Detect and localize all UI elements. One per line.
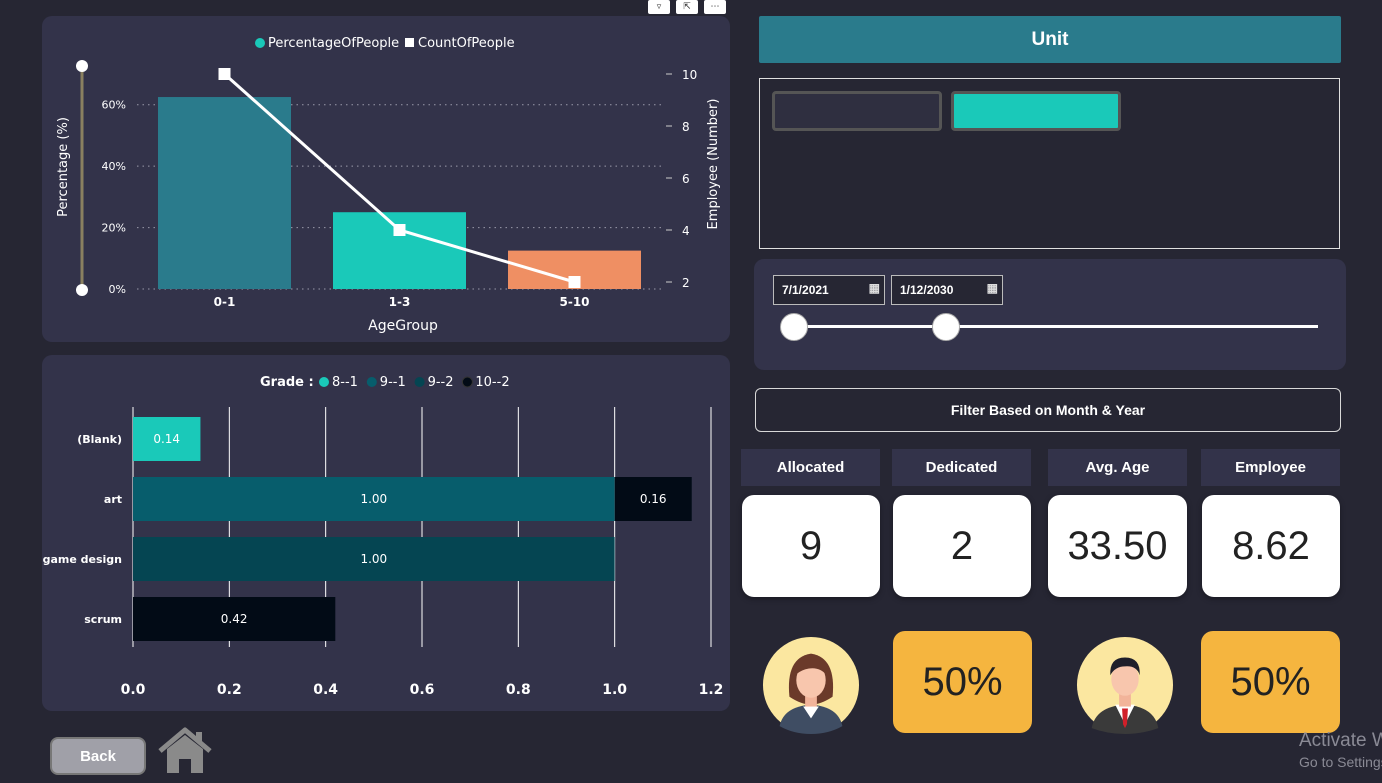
end-date-input[interactable]: 1/12/2030 ▦ xyxy=(891,275,1003,305)
x-tick-label: 0.8 xyxy=(506,682,531,698)
y2-tick-label: 6 xyxy=(682,172,690,186)
legend-item: 9--1 xyxy=(380,375,406,390)
grade-chart-panel: Grade : 8--1 9--1 9--2 10--2 0.0 0.2 0.4 0.6 0.… xyxy=(42,355,730,711)
age-group-chart: 0% 20% 40% 60% 2 4 6 8 10 0-1 1-3 5-10 PercentageOf… xyxy=(56,36,721,334)
y2-tick-label: 8 xyxy=(682,120,690,134)
x-tick-label: 0.6 xyxy=(410,682,435,698)
focus-mode-icon[interactable]: ⇱ xyxy=(676,0,698,14)
activation-watermark: Activate Windows Go to Settings to activ… xyxy=(1299,730,1382,770)
kpi-card-employee: 8.62 xyxy=(1202,495,1340,597)
y2-tick-label: 4 xyxy=(682,224,690,238)
kpi-card-allocated: 9 xyxy=(742,495,880,597)
x-tick-label: 0.2 xyxy=(217,682,242,698)
c1-legend: PercentageOfPeople CountOfPeople xyxy=(255,36,515,51)
date-slider-start-handle[interactable] xyxy=(780,313,808,341)
female-percentage-card: 50% xyxy=(893,631,1032,733)
kpi-label-employee: Employee xyxy=(1201,449,1340,486)
data-label: 0.16 xyxy=(640,492,667,506)
unit-option-1[interactable] xyxy=(772,91,942,131)
y-tick-label: 40% xyxy=(102,160,126,173)
data-label: 1.00 xyxy=(360,552,387,566)
legend-marker-count xyxy=(405,38,414,47)
date-slider-end-handle[interactable] xyxy=(931,313,960,341)
kpi-card-dedicated: 2 xyxy=(893,495,1031,597)
y2-tick-label: 2 xyxy=(682,276,690,290)
legend-marker xyxy=(366,377,377,387)
x-tick-label: 1.0 xyxy=(602,682,627,698)
legend-title: Grade : xyxy=(260,375,314,390)
date-range-slicer: 7/1/2021 ▦ 1/12/2030 ▦ xyxy=(754,259,1346,370)
female-avatar-icon xyxy=(762,636,860,734)
category-label: scrum xyxy=(84,613,122,626)
data-label: 1.00 xyxy=(360,492,387,506)
x-tick-label: 0.4 xyxy=(313,682,338,698)
bar-1-3[interactable] xyxy=(333,212,466,289)
filter-icon[interactable]: ▿ xyxy=(648,0,670,14)
grade-chart: Grade : 8--1 9--1 9--2 10--2 0.0 0.2 0.4 0.6 0.… xyxy=(43,375,724,698)
category-label: game design xyxy=(43,553,122,566)
unit-slicer xyxy=(759,78,1340,249)
legend-marker xyxy=(414,377,425,387)
category-label: art xyxy=(104,493,122,506)
legend-item: 8--1 xyxy=(332,375,358,390)
start-date-value: 7/1/2021 xyxy=(782,283,829,297)
filter-month-year-button[interactable]: Filter Based on Month & Year xyxy=(755,388,1341,432)
y-tick-label: 20% xyxy=(102,222,126,235)
x-tick-label: 0.0 xyxy=(121,682,146,698)
y-tick-label: 60% xyxy=(102,99,126,112)
data-label: 0.14 xyxy=(153,432,180,446)
y-tick-label: 0% xyxy=(109,283,126,296)
x-tick-label: 1-3 xyxy=(389,295,411,309)
legend-marker xyxy=(461,376,473,388)
legend-count: CountOfPeople xyxy=(418,36,515,51)
male-percentage-card: 50% xyxy=(1201,631,1340,733)
legend-item: 9--2 xyxy=(428,375,454,390)
watermark-line-1: Activate Windows xyxy=(1299,730,1382,751)
unit-header: Unit xyxy=(759,16,1341,63)
age-group-chart-panel: 0% 20% 40% 60% 2 4 6 8 10 0-1 1-3 5-10 PercentageOf… xyxy=(42,16,730,342)
x-axis-title: AgeGroup xyxy=(368,318,438,334)
legend-marker-percentage xyxy=(255,38,265,48)
visual-header: ▿ ⇱ ⋯ xyxy=(648,0,726,14)
x-tick-label: 1.2 xyxy=(699,682,724,698)
kpi-card-avg-age: 33.50 xyxy=(1048,495,1187,597)
zoom-handle-bottom[interactable] xyxy=(76,284,88,296)
count-marker[interactable] xyxy=(218,68,231,80)
calendar-icon[interactable]: ▦ xyxy=(987,281,998,295)
kpi-label-allocated: Allocated xyxy=(741,449,880,486)
y2-tick-label: 10 xyxy=(682,68,697,82)
calendar-icon[interactable]: ▦ xyxy=(869,281,880,295)
end-date-value: 1/12/2030 xyxy=(900,283,954,297)
kpi-label-dedicated: Dedicated xyxy=(892,449,1031,486)
more-options-icon[interactable]: ⋯ xyxy=(704,0,726,14)
count-marker[interactable] xyxy=(568,276,581,288)
legend-marker xyxy=(319,377,329,387)
count-marker[interactable] xyxy=(393,224,406,236)
legend-percentage: PercentageOfPeople xyxy=(268,36,399,51)
bar-0-1[interactable] xyxy=(158,97,291,290)
data-label: 0.42 xyxy=(221,612,248,626)
category-label: (Blank) xyxy=(77,433,122,446)
y2-axis-title: Employee (Number) xyxy=(706,99,721,230)
c1-bars xyxy=(158,97,641,290)
c2-legend: Grade : 8--1 9--1 9--2 10--2 xyxy=(260,375,510,390)
male-avatar-icon xyxy=(1076,636,1174,734)
x-tick-label: 0-1 xyxy=(214,295,236,309)
zoom-slider[interactable] xyxy=(76,60,88,296)
home-icon[interactable] xyxy=(156,726,214,776)
zoom-handle-top[interactable] xyxy=(76,60,88,72)
y-axis-title: Percentage (%) xyxy=(56,117,71,217)
x-tick-label: 5-10 xyxy=(559,295,589,309)
back-button[interactable]: Back xyxy=(50,737,146,775)
start-date-input[interactable]: 7/1/2021 ▦ xyxy=(773,275,885,305)
unit-option-2[interactable] xyxy=(951,91,1121,131)
date-slider-track[interactable] xyxy=(794,325,1318,328)
legend-item: 10--2 xyxy=(475,375,509,390)
watermark-line-2: Go to Settings to activate Windows. xyxy=(1299,754,1382,770)
kpi-label-avg-age: Avg. Age xyxy=(1048,449,1187,486)
c2-bars xyxy=(133,417,692,641)
